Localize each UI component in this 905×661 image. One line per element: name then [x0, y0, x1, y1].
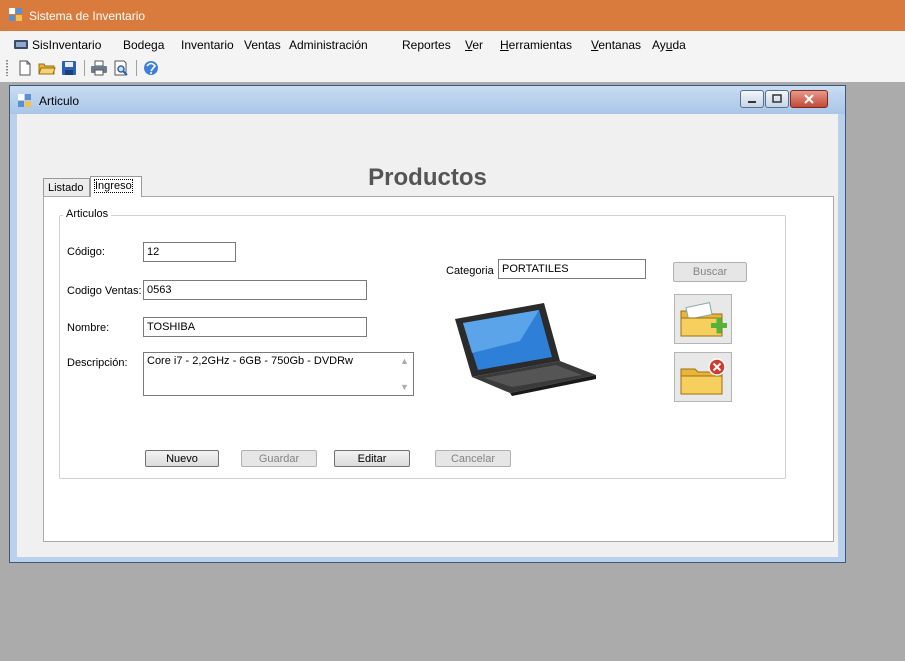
new-file-icon[interactable]	[16, 59, 34, 77]
menu-ayuda-post: da	[672, 38, 686, 52]
tab-ingreso-label: Ingreso	[94, 179, 133, 193]
app-titlebar[interactable]: Sistema de Inventario	[0, 0, 905, 31]
folder-delete-icon	[680, 358, 726, 395]
help-icon[interactable]	[142, 59, 160, 77]
tab-ingreso[interactable]: Ingreso	[90, 176, 142, 197]
toolbar-separator	[84, 60, 85, 76]
child-window-icon	[18, 94, 32, 111]
nombre-label: Nombre:	[67, 322, 110, 334]
menu-bar: SisInventario Bodega Inventario Ventas A…	[0, 31, 905, 55]
maximize-icon	[772, 94, 782, 103]
cancelar-button[interactable]: Cancelar	[435, 450, 511, 467]
maximize-button[interactable]	[765, 90, 789, 108]
menu-ventanas[interactable]: Ventanas	[591, 38, 641, 52]
toolbar	[0, 55, 905, 82]
sisinventario-menu-icon	[14, 39, 28, 54]
close-button[interactable]	[790, 90, 828, 108]
guardar-button[interactable]: Guardar	[241, 450, 317, 467]
menu-ver[interactable]: Ver	[465, 38, 483, 52]
add-folder-button[interactable]	[674, 294, 732, 344]
categoria-label: Categoria	[446, 265, 494, 277]
scroll-up-arrow[interactable]: ▲	[400, 356, 409, 366]
folder-add-icon	[680, 302, 727, 337]
articulos-groupbox: Articulos Código: Codigo Ventas: Nombre:…	[59, 208, 786, 479]
codigo-label: Código:	[67, 246, 105, 258]
categoria-input[interactable]	[498, 259, 646, 279]
minimize-icon	[748, 101, 756, 103]
descripcion-label: Descripción:	[67, 357, 128, 369]
nombre-input[interactable]	[143, 317, 367, 337]
delete-folder-button[interactable]	[674, 352, 732, 402]
menu-herramientas-mnemonic: H	[500, 38, 509, 52]
save-icon[interactable]	[60, 59, 78, 77]
editar-button[interactable]: Editar	[334, 450, 410, 467]
tab-listado[interactable]: Listado	[43, 178, 90, 196]
menu-ayuda-pre: Ay	[652, 38, 666, 52]
buscar-button[interactable]: Buscar	[673, 262, 747, 282]
toolbar-separator	[136, 60, 137, 76]
ingreso-tab-panel: Articulos Código: Codigo Ventas: Nombre:…	[43, 196, 834, 542]
toolbar-grip[interactable]	[6, 60, 8, 76]
print-icon[interactable]	[90, 59, 108, 77]
laptop-image	[450, 301, 600, 396]
menu-inventario[interactable]: Inventario	[181, 38, 234, 52]
menu-reportes[interactable]: Reportes	[402, 38, 451, 52]
menu-ayuda[interactable]: Ayuda	[652, 38, 686, 52]
close-icon	[804, 94, 814, 104]
menu-bodega[interactable]: Bodega	[123, 38, 164, 52]
menu-sisinventario[interactable]: SisInventario	[14, 38, 101, 54]
menu-herramientas-post: erramientas	[508, 38, 573, 52]
menu-ventanas-post: entanas	[598, 38, 642, 52]
open-folder-icon[interactable]	[38, 59, 56, 77]
menu-ventas[interactable]: Ventas	[244, 38, 281, 52]
app-title: Sistema de Inventario	[29, 9, 146, 23]
articulo-client-area: Productos Listado Ingreso Articulos Códi…	[17, 114, 838, 557]
tab-listado-label: Listado	[48, 182, 84, 194]
nuevo-button[interactable]: Nuevo	[145, 450, 219, 467]
codigo-ventas-input[interactable]	[143, 280, 367, 300]
scroll-down-arrow[interactable]: ▼	[400, 382, 409, 392]
menu-ver-post: er	[472, 38, 484, 52]
articulo-window: Articulo Productos Listado Ingreso Artic…	[9, 85, 846, 563]
articulo-window-titlebar[interactable]: Articulo	[10, 86, 845, 114]
codigo-ventas-label: Codigo Ventas:	[67, 285, 142, 297]
minimize-button[interactable]	[740, 90, 764, 108]
app-window-icon	[9, 8, 23, 25]
menu-herramientas[interactable]: Herramientas	[500, 38, 572, 52]
articulos-group-title: Articulos	[63, 208, 112, 220]
child-window-title: Articulo	[39, 94, 80, 108]
codigo-input[interactable]	[143, 242, 236, 262]
descripcion-textarea[interactable]: Core i7 - 2,2GHz - 6GB - 750Gb - DVDRw	[143, 352, 414, 396]
menu-administracion[interactable]: Administración	[289, 38, 368, 52]
print-preview-icon[interactable]	[112, 59, 130, 77]
menu-sisinventario-label: SisInventario	[32, 38, 102, 52]
